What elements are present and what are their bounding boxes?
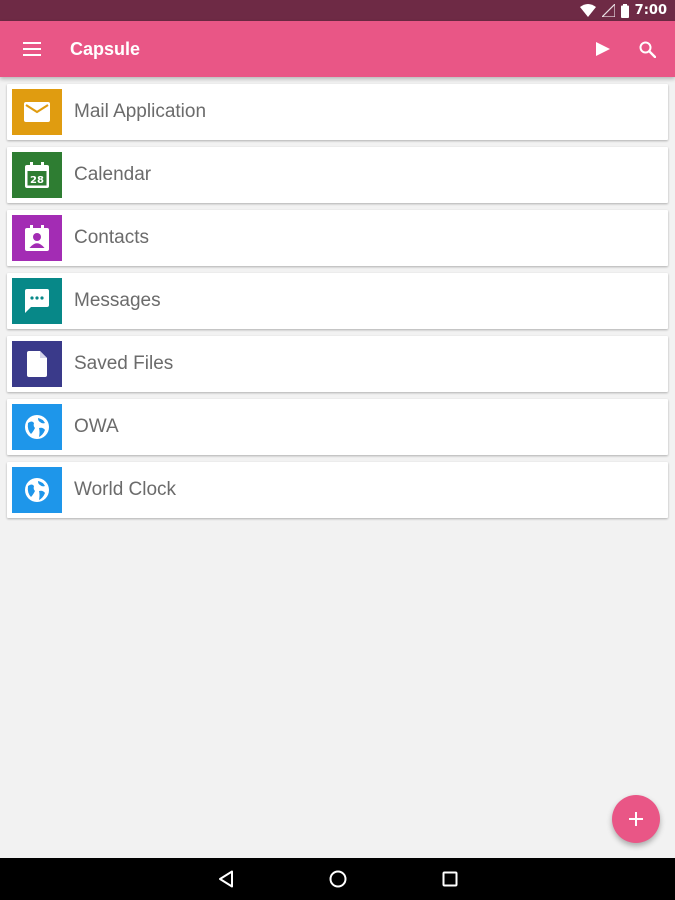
home-circle-icon [329,870,346,888]
status-time: 7:00 [634,3,667,18]
calendar-day: 28 [30,175,44,186]
wifi-icon [579,4,596,17]
status-bar: 7:00 [0,0,675,21]
file-icon [27,351,47,377]
menu-button[interactable] [12,29,52,69]
list-item-label: Messages [74,290,161,311]
owa-tile [12,404,62,450]
hamburger-menu-icon [23,42,41,56]
app-title: Capsule [70,38,141,59]
list-item-label: Calendar [74,164,152,185]
battery-icon [620,3,629,18]
mail-tile [12,89,62,135]
list-item-label: OWA [74,416,119,437]
app-bar: Capsule [0,21,675,77]
list-item-saved-files[interactable]: Saved Files [7,336,668,392]
search-button[interactable] [625,27,669,71]
list-item-label: Mail Application [74,101,207,122]
cell-signal-icon [601,4,615,17]
contacts-tile [12,215,62,261]
saved-files-tile [12,341,62,387]
recents-square-icon [442,871,457,887]
calendar-tile: 28 [12,152,62,198]
messages-tile [12,278,62,324]
list-item-contacts[interactable]: Contacts [7,210,668,266]
message-icon [25,289,49,313]
home-button[interactable] [282,858,394,900]
back-button[interactable] [170,858,282,900]
contact-icon [25,225,49,251]
recents-button[interactable] [394,858,506,900]
list-item-label: World Clock [74,479,177,500]
world-clock-tile [12,467,62,513]
list-item-calendar[interactable]: 28 Calendar [7,147,668,203]
list-item-label: Saved Files [74,353,174,374]
play-icon [596,42,610,56]
system-nav-bar [0,858,675,900]
list-item-world-clock[interactable]: World Clock [7,462,668,518]
list-item-label: Contacts [74,227,149,248]
mail-icon [24,102,50,122]
play-button[interactable] [581,27,625,71]
globe-icon [25,478,49,502]
add-button[interactable] [612,795,660,843]
plus-icon [629,812,643,826]
search-icon [639,41,656,58]
app-list: Mail Application 28 Calendar Contacts Me… [7,84,668,525]
calendar-icon: 28 [25,162,49,188]
list-item-mail-application[interactable]: Mail Application [7,84,668,140]
globe-icon [25,415,49,439]
list-item-messages[interactable]: Messages [7,273,668,329]
back-triangle-icon [218,870,233,888]
list-item-owa[interactable]: OWA [7,399,668,455]
